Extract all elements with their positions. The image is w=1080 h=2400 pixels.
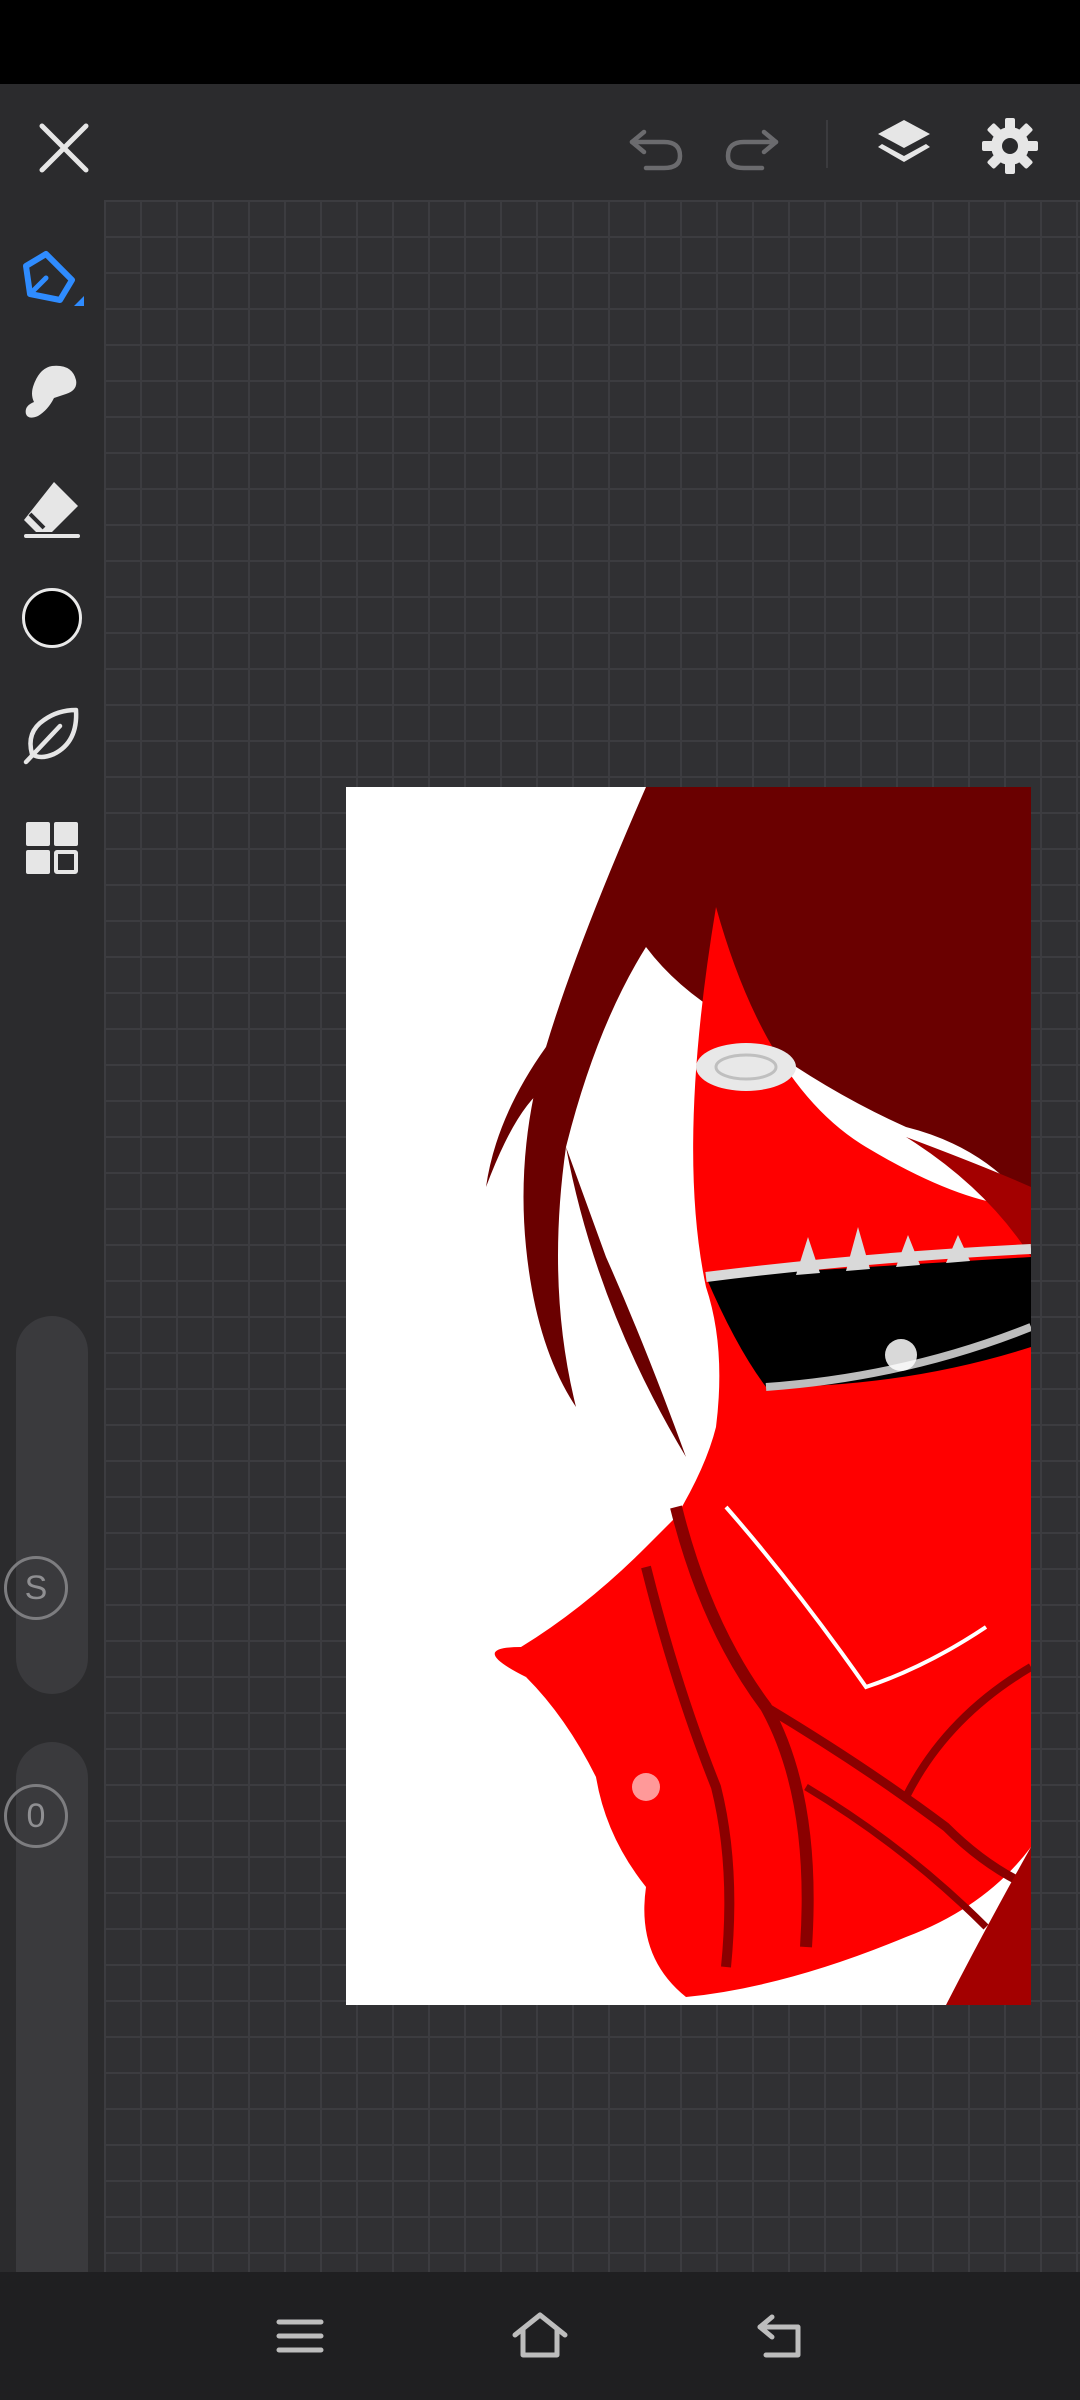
gallery-tool-button[interactable] (12, 808, 92, 888)
nav-menu-button[interactable] (262, 2298, 338, 2374)
brush-size-knob[interactable]: S (4, 1556, 68, 1620)
smudge-icon (25, 365, 77, 418)
layers-icon (878, 120, 930, 162)
home-icon (512, 2312, 568, 2358)
drawing-canvas[interactable] (346, 787, 1031, 2005)
gear-icon (982, 118, 1038, 174)
opacity-knob[interactable]: 0 (4, 1784, 68, 1848)
redo-button[interactable] (716, 110, 788, 182)
menu-icon (276, 2319, 324, 2353)
smudge-tool-button[interactable] (12, 352, 92, 432)
artwork (486, 787, 1031, 2005)
stabilizer-tool-button[interactable] (12, 694, 92, 774)
nav-back-button[interactable] (742, 2298, 818, 2374)
status-bar (0, 0, 1080, 84)
opacity-icon-label: 0 (26, 1796, 46, 1835)
close-button[interactable] (28, 112, 100, 184)
toolbar-divider (826, 120, 828, 168)
pen-tool-button[interactable] (12, 240, 92, 320)
eraser-icon (24, 482, 80, 538)
leaf-icon (23, 707, 79, 765)
layers-button[interactable] (866, 106, 942, 182)
top-toolbar (0, 84, 1080, 200)
navigation-bar (0, 2272, 1080, 2400)
nav-home-button[interactable] (502, 2298, 578, 2374)
pen-icon (23, 251, 84, 306)
left-toolbar: S 0 (0, 200, 104, 2330)
color-swatch (22, 588, 82, 648)
back-icon (757, 2314, 801, 2358)
canvas-workspace[interactable] (104, 200, 1080, 2272)
eraser-tool-button[interactable] (12, 468, 92, 548)
redo-icon (725, 129, 779, 171)
undo-button[interactable] (620, 110, 692, 182)
grid-icon (26, 822, 78, 874)
settings-button[interactable] (972, 108, 1048, 184)
size-icon-label: S (24, 1568, 48, 1607)
brush-size-slider[interactable] (16, 1316, 88, 1694)
undo-icon (629, 129, 683, 171)
close-icon (39, 123, 89, 173)
color-picker-button[interactable] (12, 578, 92, 658)
